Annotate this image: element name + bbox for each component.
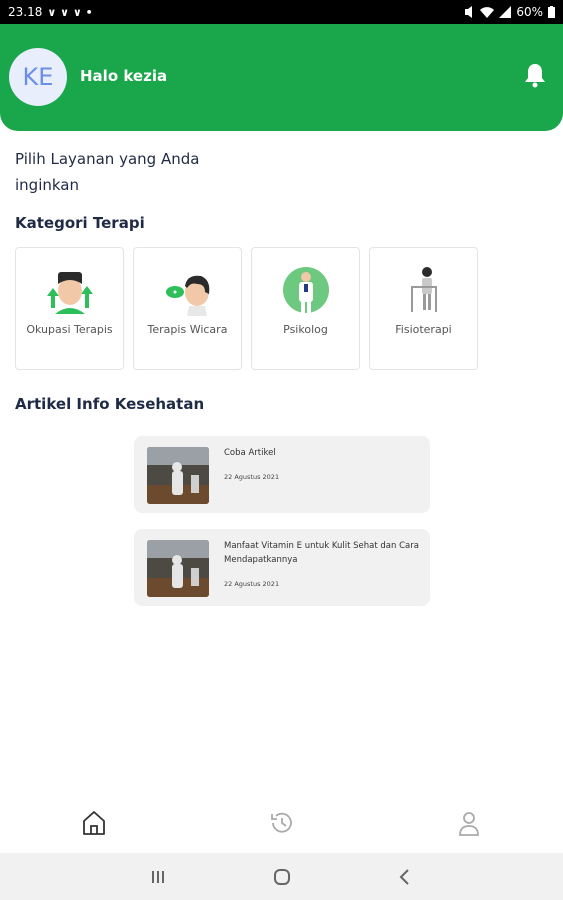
category-card-occupational[interactable]: Okupasi Terapis bbox=[15, 247, 124, 370]
physiotherapy-icon bbox=[411, 267, 437, 312]
history-icon[interactable] bbox=[268, 809, 296, 837]
health-article-title: Artikel Info Kesehatan bbox=[15, 395, 205, 413]
home-icon[interactable] bbox=[80, 809, 108, 837]
article-card[interactable]: Coba Artikel 22 Agustus 2021 bbox=[134, 436, 430, 513]
article-title: Coba Artikel bbox=[224, 448, 276, 458]
home-button-icon[interactable] bbox=[272, 867, 292, 887]
app-header: KE Halo kezia bbox=[0, 24, 563, 131]
status-time: 23.18 bbox=[8, 5, 43, 19]
status-right: 60% bbox=[463, 5, 555, 19]
recent-apps-icon[interactable] bbox=[148, 867, 168, 887]
avatar[interactable]: KE bbox=[9, 48, 67, 106]
category-card-psychologist[interactable]: Psikolog bbox=[251, 247, 360, 370]
battery-icon bbox=[548, 6, 555, 18]
category-label: Terapis Wicara bbox=[147, 323, 228, 336]
mute-icon bbox=[465, 6, 473, 18]
category-label: Fisioterapi bbox=[395, 323, 452, 336]
back-icon[interactable] bbox=[395, 867, 415, 887]
category-card-speech[interactable]: Terapis Wicara bbox=[133, 247, 242, 370]
article-thumbnail bbox=[147, 540, 209, 597]
article-title: Manfaat Vitamin E untuk Kulit Sehat dan … bbox=[224, 541, 419, 565]
system-navigation-bar bbox=[0, 853, 563, 900]
article-date: 22 Agustus 2021 bbox=[224, 473, 280, 481]
service-prompt: Pilih Layanan yang Anda inginkan bbox=[15, 150, 200, 194]
category-label: Psikolog bbox=[283, 323, 328, 336]
category-card-physiotherapy[interactable]: Fisioterapi bbox=[369, 247, 478, 370]
psychologist-icon bbox=[283, 267, 329, 314]
article-thumbnail bbox=[147, 447, 209, 504]
category-label: Okupasi Terapis bbox=[26, 323, 113, 336]
article-card[interactable]: Manfaat Vitamin E untuk Kulit Sehat dan … bbox=[134, 529, 430, 606]
article-date: 22 Agustus 2021 bbox=[224, 580, 280, 588]
status-left: 23.18 ∨ ∨ ∨ • bbox=[8, 5, 93, 19]
profile-icon[interactable] bbox=[455, 809, 483, 837]
notification-icons: ∨ ∨ ∨ • bbox=[47, 5, 93, 19]
wifi-icon bbox=[480, 7, 495, 18]
occupational-therapy-icon bbox=[47, 272, 93, 314]
therapy-category-title: Kategori Terapi bbox=[15, 214, 145, 232]
therapy-category-list: Okupasi Terapis Terapis Wicara Psikolog bbox=[15, 247, 478, 370]
bottom-navigation bbox=[0, 795, 563, 853]
battery-percent: 60% bbox=[516, 5, 543, 19]
notification-bell-icon[interactable] bbox=[523, 62, 547, 88]
signal-icon bbox=[499, 6, 512, 18]
greeting-text: Halo kezia bbox=[80, 67, 168, 85]
status-bar: 23.18 ∨ ∨ ∨ • 60% bbox=[0, 0, 563, 24]
speech-therapy-icon bbox=[166, 275, 210, 316]
